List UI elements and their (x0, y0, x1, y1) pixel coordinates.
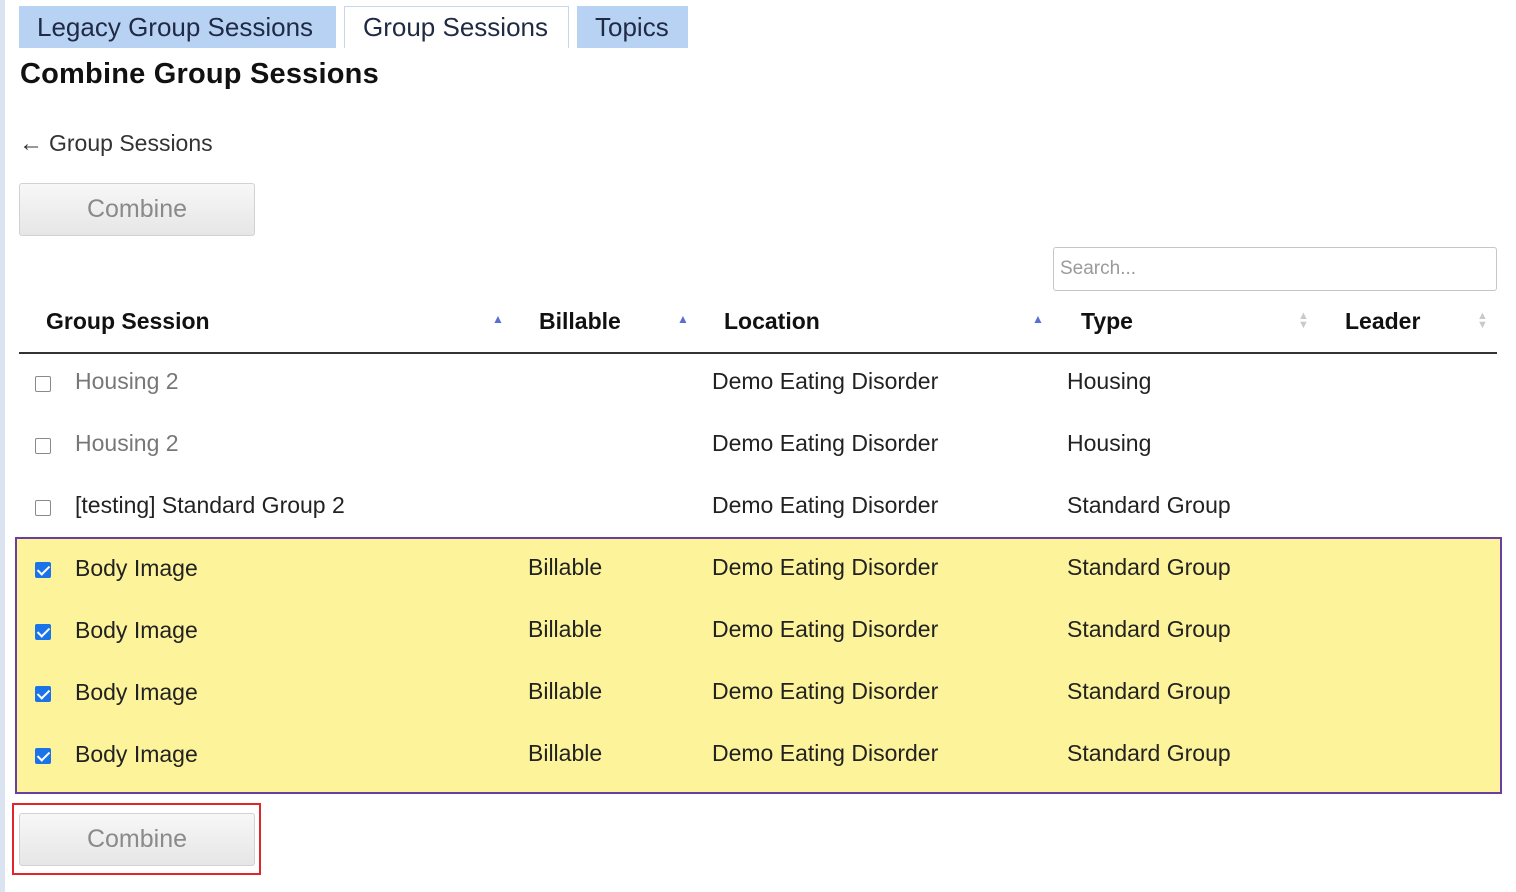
cell-type: Housing (1067, 368, 1152, 394)
cell-location: Demo Eating Disorder (712, 430, 939, 456)
page-title: Combine Group Sessions (20, 58, 379, 90)
search-input[interactable] (1053, 247, 1497, 291)
sort-asc-icon[interactable]: ▲ (1032, 313, 1044, 325)
left-arrow-icon: ← (19, 129, 43, 157)
cell-group-session: Body Image (75, 617, 198, 643)
cell-type: Housing (1067, 430, 1152, 456)
cell-location: Demo Eating Disorder (712, 740, 939, 766)
cell-location: Demo Eating Disorder (712, 554, 939, 580)
column-header-leader[interactable]: Leader (1345, 308, 1420, 335)
table-row: Body Image Billable Demo Eating Disorder… (19, 663, 1497, 725)
column-header-location[interactable]: Location (724, 308, 820, 335)
table-row: Body Image Billable Demo Eating Disorder… (19, 725, 1497, 787)
left-border (0, 0, 5, 892)
cell-location: Demo Eating Disorder (712, 368, 939, 394)
cell-group-session: Body Image (75, 741, 198, 767)
row-checkbox[interactable] (35, 748, 51, 764)
tab-group-sessions[interactable]: Group Sessions (344, 6, 569, 48)
cell-group-session: Housing 2 (75, 368, 179, 394)
row-checkbox[interactable] (35, 376, 51, 392)
table-row: Housing 2 Demo Eating Disorder Housing (19, 414, 1497, 476)
row-checkbox[interactable] (35, 624, 51, 640)
back-link[interactable]: ← Group Sessions (19, 130, 213, 157)
cell-type: Standard Group (1067, 492, 1231, 518)
cell-billable: Billable (528, 616, 603, 642)
table-row: [testing] Standard Group 2 Demo Eating D… (19, 476, 1497, 538)
tab-legacy-group-sessions[interactable]: Legacy Group Sessions (19, 6, 336, 48)
cell-group-session: Body Image (75, 555, 198, 581)
cell-billable: Billable (528, 740, 603, 766)
cell-type: Standard Group (1067, 678, 1231, 704)
column-header-type[interactable]: Type (1081, 308, 1133, 335)
back-link-label: Group Sessions (49, 130, 213, 156)
cell-billable: Billable (528, 678, 603, 704)
table-row: Housing 2 Demo Eating Disorder Housing (19, 352, 1497, 414)
cell-group-session: [testing] Standard Group 2 (75, 492, 345, 518)
tab-bar: Legacy Group Sessions Group Sessions Top… (19, 6, 688, 48)
combine-button-top[interactable]: Combine (19, 183, 255, 236)
column-header-billable[interactable]: Billable (539, 308, 621, 335)
table-row: Body Image Billable Demo Eating Disorder… (19, 601, 1497, 663)
sort-both-icon[interactable]: ▲ ▼ (1477, 311, 1488, 331)
row-checkbox[interactable] (35, 438, 51, 454)
row-checkbox[interactable] (35, 500, 51, 516)
sort-asc-icon[interactable]: ▲ (492, 313, 504, 325)
cell-billable: Billable (528, 554, 603, 580)
row-checkbox[interactable] (35, 686, 51, 702)
cell-location: Demo Eating Disorder (712, 492, 939, 518)
cell-type: Standard Group (1067, 740, 1231, 766)
tab-topics[interactable]: Topics (577, 6, 688, 48)
cell-location: Demo Eating Disorder (712, 678, 939, 704)
row-checkbox[interactable] (35, 562, 51, 578)
cell-group-session: Housing 2 (75, 430, 179, 456)
table-row: Body Image Billable Demo Eating Disorder… (19, 539, 1497, 601)
sort-both-icon[interactable]: ▲ ▼ (1298, 311, 1309, 331)
cell-location: Demo Eating Disorder (712, 616, 939, 642)
cell-group-session: Body Image (75, 679, 198, 705)
cell-type: Standard Group (1067, 616, 1231, 642)
column-header-group-session[interactable]: Group Session (46, 308, 210, 335)
combine-button-bottom[interactable]: Combine (19, 813, 255, 866)
sort-asc-icon[interactable]: ▲ (677, 313, 689, 325)
cell-type: Standard Group (1067, 554, 1231, 580)
